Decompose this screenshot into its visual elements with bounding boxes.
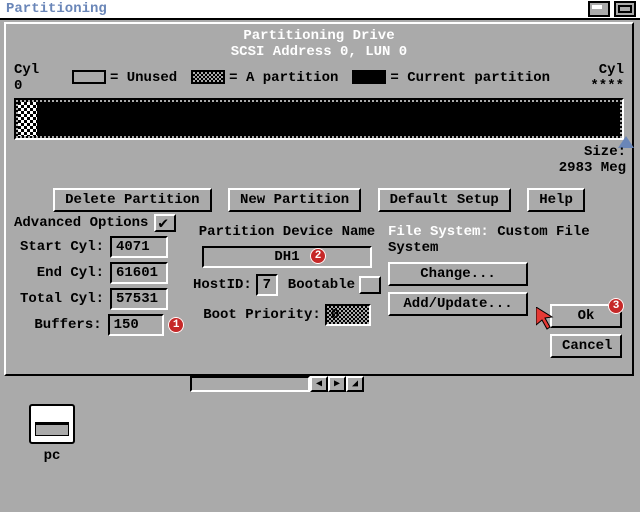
window-title: Partitioning Drive [14,28,624,44]
action-button-row: Delete Partition New Partition Default S… [14,188,624,212]
annotation-marker-1: 1 [168,317,184,333]
desktop-icon-pc[interactable]: pc [24,404,80,464]
default-setup-button[interactable]: Default Setup [378,188,511,212]
hostid-label: HostID: [193,277,252,293]
cyl-value-left: 0 [14,78,48,94]
start-cyl-label: Start Cyl: [14,239,104,255]
end-cyl-label: End Cyl: [14,265,104,281]
zoom-gadget-icon[interactable] [614,1,636,17]
legend-current: = Current partition [390,70,550,86]
cyl-label-right: Cyl [574,62,624,78]
delete-partition-button[interactable]: Delete Partition [53,188,211,212]
drive-icon [29,404,75,444]
legend-swatch-partition [191,70,225,84]
add-update-filesystem-button[interactable]: Add/Update... [388,292,528,316]
partition-bar-current[interactable] [38,102,620,136]
end-cyl-input[interactable]: 61601 [110,262,168,284]
cyl-label-left: Cyl [14,62,48,78]
scroll-track[interactable] [190,376,310,392]
change-filesystem-button[interactable]: Change... [388,262,528,286]
cyl-value-right: **** [574,78,624,94]
screen-titlebar: Partitioning [0,0,640,20]
partition-bar[interactable] [14,98,624,140]
scroll-left-icon[interactable]: ◀ [310,376,328,392]
depth-gadget-icon[interactable] [588,1,610,17]
window-size-gadget: ◀ ▶ ◢ [190,376,364,392]
advanced-options-label: Advanced Options [14,215,148,231]
boot-priority-input[interactable]: 0 [325,304,371,326]
legend-partition: = A partition [229,70,338,86]
partition-bar-other[interactable] [18,102,38,136]
size-readout: Size: 2983 Meg [559,144,626,176]
buffers-label: Buffers: [14,317,102,333]
boot-priority-label: Boot Priority: [203,307,321,323]
partitioning-window: Partitioning Drive SCSI Address 0, LUN 0… [4,22,634,376]
cancel-button[interactable]: Cancel [550,334,622,358]
device-name-group: Partition Device Name DH1 2 HostID: 7 Bo… [192,224,382,326]
legend-unused: = Unused [110,70,177,86]
total-cyl-label: Total Cyl: [14,291,104,307]
help-button[interactable]: Help [527,188,585,212]
total-cyl-input[interactable]: 57531 [110,288,168,310]
device-name-input[interactable]: DH1 [202,246,372,268]
start-cyl-input[interactable]: 4071 [110,236,168,258]
hostid-input[interactable]: 7 [256,274,278,296]
filesystem-label: File System: [388,224,489,240]
device-name-heading: Partition Device Name [192,224,382,240]
window-subtitle: SCSI Address 0, LUN 0 [14,44,624,60]
legend-swatch-current [352,70,386,84]
resize-gadget-icon[interactable]: ◢ [346,376,364,392]
annotation-marker-3: 3 [608,298,624,314]
screen-title: Partitioning [6,1,588,17]
desktop-icon-label: pc [24,448,80,464]
legend-swatch-unused [72,70,106,84]
new-partition-button[interactable]: New Partition [228,188,361,212]
scroll-right-icon[interactable]: ▶ [328,376,346,392]
bootable-checkbox[interactable] [359,276,381,294]
advanced-options-checkbox[interactable] [154,214,176,232]
annotation-marker-2: 2 [310,248,326,264]
cylinder-fields: Advanced Options Start Cyl: 4071 End Cyl… [14,214,184,338]
legend-row: Cyl 0 = Unused = A partition = Current p… [14,62,624,94]
ok-cancel-group: Ok 3 Cancel [550,298,622,358]
bootable-label: Bootable [288,277,355,293]
buffers-input[interactable]: 150 [108,314,165,336]
